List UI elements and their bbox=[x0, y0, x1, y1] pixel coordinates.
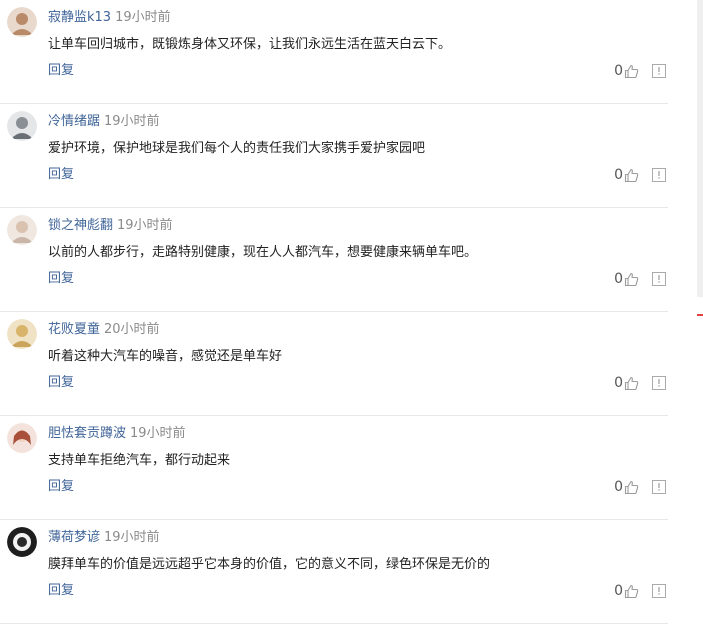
comment-item: 胆怯套贡蹲波 19小时前 支持单车拒绝汽车，都行动起来 回复 0 bbox=[0, 416, 668, 520]
comment-item: 寂静监k13 19小时前 让单车回归城市，既锻炼身体又环保，让我们永远生活在蓝天白… bbox=[0, 0, 668, 104]
avatar[interactable] bbox=[7, 111, 37, 141]
comment-item: 锁之神彪翻 19小时前 以前的人都步行，走路特别健康，现在人人都汽车，想要健康来辆… bbox=[0, 208, 668, 312]
comments-page: 寂静监k13 19小时前 让单车回归城市，既锻炼身体又环保，让我们永远生活在蓝天白… bbox=[0, 0, 703, 625]
thumbs-up-icon[interactable] bbox=[624, 64, 639, 79]
reply-button[interactable]: 回复 bbox=[48, 582, 74, 600]
thumbs-up-icon[interactable] bbox=[624, 168, 639, 183]
reply-button[interactable]: 回复 bbox=[48, 166, 74, 184]
comment-text: 爱护环境，保护地球是我们每个人的责任我们大家携手爱护家园吧 bbox=[48, 141, 426, 156]
comment-meta: 花败夏童 20小时前 bbox=[48, 321, 160, 339]
like-count: 0 bbox=[614, 375, 623, 391]
comment-text: 膜拜单车的价值是远远超乎它本身的价值，它的意义不同，绿色环保是无价的 bbox=[48, 557, 491, 572]
reply-button[interactable]: 回复 bbox=[48, 62, 74, 80]
avatar[interactable] bbox=[7, 423, 37, 453]
comment-time: 19小时前 bbox=[130, 426, 186, 441]
report-icon[interactable] bbox=[652, 480, 666, 494]
comment-actions: 0 bbox=[614, 581, 666, 601]
comment-text: 让单车回归城市，既锻炼身体又环保，让我们永远生活在蓝天白云下。 bbox=[48, 37, 452, 52]
username[interactable]: 寂静监k13 bbox=[48, 10, 111, 25]
comment-actions: 0 bbox=[614, 373, 666, 393]
comment-text: 支持单车拒绝汽车，都行动起来 bbox=[48, 453, 231, 468]
comment-list: 寂静监k13 19小时前 让单车回归城市，既锻炼身体又环保，让我们永远生活在蓝天白… bbox=[0, 0, 668, 624]
username[interactable]: 胆怯套贡蹲波 bbox=[48, 426, 126, 441]
scroll-marker bbox=[697, 314, 703, 316]
comment-text: 听着这种大汽车的噪音，感觉还是单车好 bbox=[48, 349, 283, 364]
thumbs-up-icon[interactable] bbox=[624, 376, 639, 391]
report-icon[interactable] bbox=[652, 376, 666, 390]
comment-item: 花败夏童 20小时前 听着这种大汽车的噪音，感觉还是单车好 回复 0 bbox=[0, 312, 668, 416]
comment-text: 以前的人都步行，走路特别健康，现在人人都汽车，想要健康来辆单车吧。 bbox=[48, 245, 478, 260]
comment-meta: 冷情绪踞 19小时前 bbox=[48, 113, 160, 131]
username[interactable]: 锁之神彪翻 bbox=[48, 218, 113, 233]
avatar[interactable] bbox=[7, 527, 37, 557]
report-icon[interactable] bbox=[652, 64, 666, 78]
comment-time: 19小时前 bbox=[104, 114, 160, 129]
comment-item: 薄荷梦谚 19小时前 膜拜单车的价值是远远超乎它本身的价值，它的意义不同，绿色环保… bbox=[0, 520, 668, 624]
like-count: 0 bbox=[614, 63, 623, 79]
reply-button[interactable]: 回复 bbox=[48, 270, 74, 288]
reply-button[interactable]: 回复 bbox=[48, 478, 74, 496]
report-icon[interactable] bbox=[652, 168, 666, 182]
username[interactable]: 花败夏童 bbox=[48, 322, 100, 337]
scrollbar[interactable] bbox=[697, 0, 703, 297]
like-count: 0 bbox=[614, 479, 623, 495]
comment-time: 20小时前 bbox=[104, 322, 160, 337]
comment-actions: 0 bbox=[614, 269, 666, 289]
avatar[interactable] bbox=[7, 7, 37, 37]
like-count: 0 bbox=[614, 271, 623, 287]
thumbs-up-icon[interactable] bbox=[624, 584, 639, 599]
like-count: 0 bbox=[614, 167, 623, 183]
comment-time: 19小时前 bbox=[115, 10, 171, 25]
comment-item: 冷情绪踞 19小时前 爱护环境，保护地球是我们每个人的责任我们大家携手爱护家园吧 … bbox=[0, 104, 668, 208]
comment-meta: 寂静监k13 19小时前 bbox=[48, 9, 171, 27]
thumbs-up-icon[interactable] bbox=[624, 272, 639, 287]
comment-meta: 胆怯套贡蹲波 19小时前 bbox=[48, 425, 186, 443]
avatar[interactable] bbox=[7, 319, 37, 349]
username[interactable]: 薄荷梦谚 bbox=[48, 530, 100, 545]
comment-actions: 0 bbox=[614, 61, 666, 81]
like-count: 0 bbox=[614, 583, 623, 599]
comment-time: 19小时前 bbox=[104, 530, 160, 545]
thumbs-up-icon[interactable] bbox=[624, 480, 639, 495]
report-icon[interactable] bbox=[652, 272, 666, 286]
comment-time: 19小时前 bbox=[117, 218, 173, 233]
username[interactable]: 冷情绪踞 bbox=[48, 114, 100, 129]
comment-actions: 0 bbox=[614, 165, 666, 185]
comment-actions: 0 bbox=[614, 477, 666, 497]
reply-button[interactable]: 回复 bbox=[48, 374, 74, 392]
comment-meta: 薄荷梦谚 19小时前 bbox=[48, 529, 160, 547]
comment-meta: 锁之神彪翻 19小时前 bbox=[48, 217, 173, 235]
report-icon[interactable] bbox=[652, 584, 666, 598]
avatar[interactable] bbox=[7, 215, 37, 245]
